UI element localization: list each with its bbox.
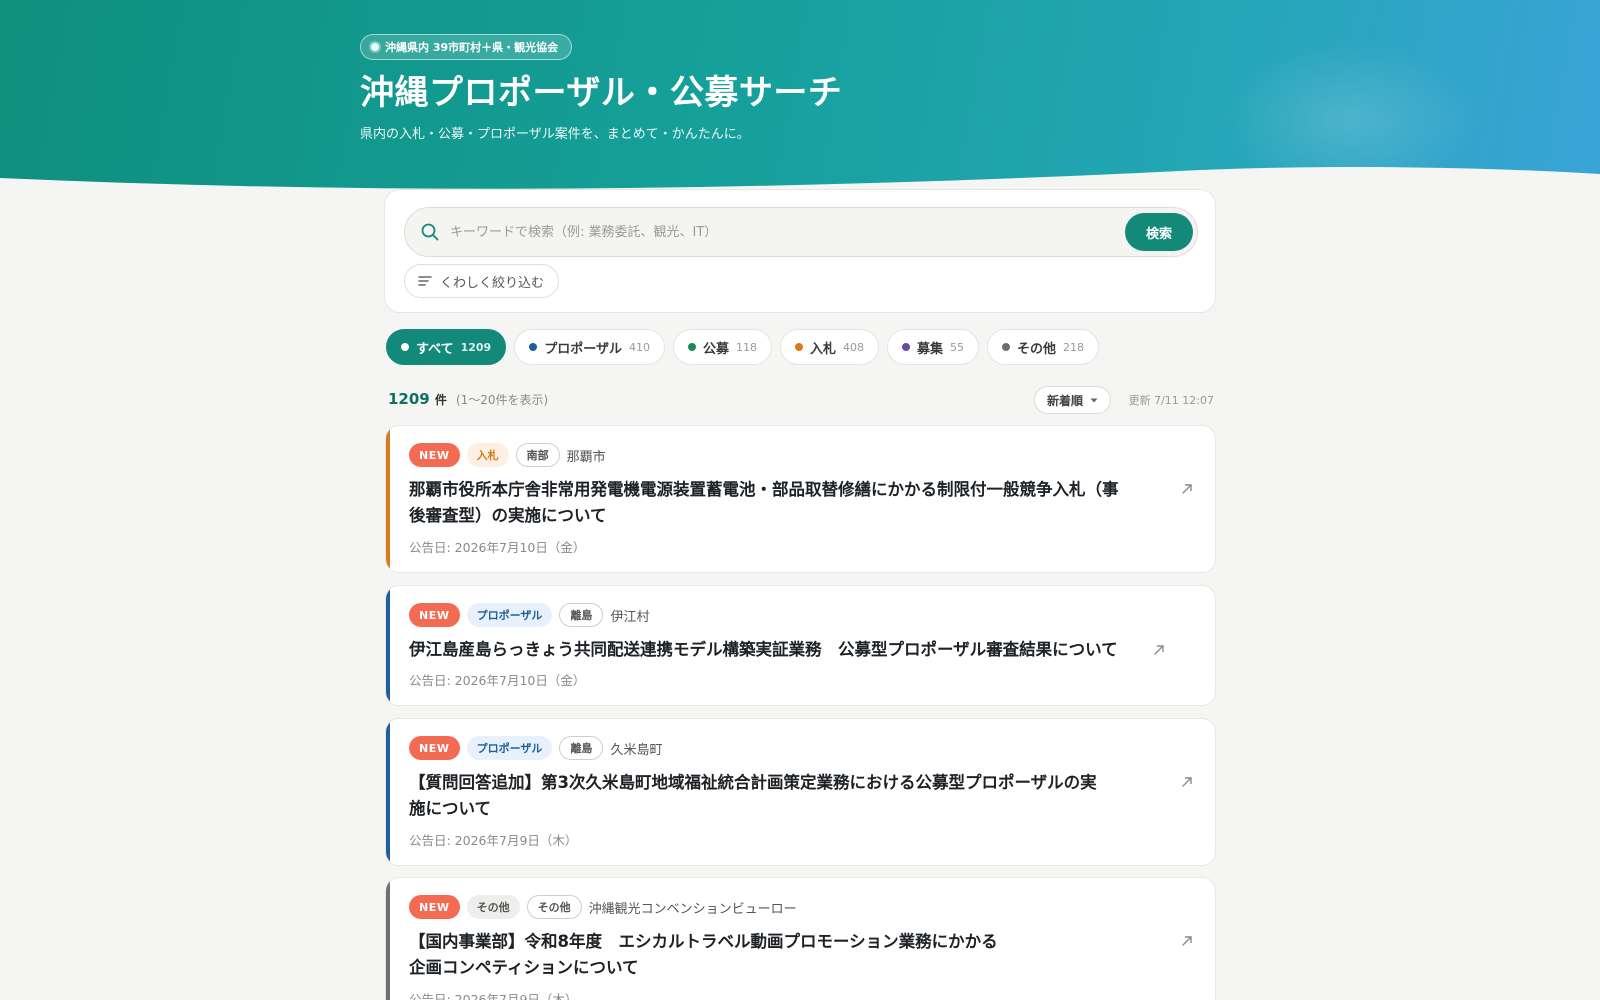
card-accent <box>386 719 390 865</box>
page-subtitle: 県内の入札・公募・プロポーザル案件を、まとめて・かんたんに。 <box>360 127 750 143</box>
category-tab-recruitment[interactable]: 募集 55 <box>886 329 979 365</box>
caret-down-icon <box>1090 398 1098 402</box>
card-accent <box>386 586 390 705</box>
external-link-icon[interactable] <box>1181 935 1193 947</box>
category-dot-icon <box>401 343 409 351</box>
search-icon <box>421 223 439 241</box>
organization-name: 久米島町 <box>610 742 663 758</box>
category-tabs: すべて 1209 プロポーザル 410 公募 118 入札 408 募集 55 … <box>386 329 1100 365</box>
category-tab-bidding[interactable]: 入札 408 <box>779 329 879 365</box>
publish-date: 公告日: 2026年7月10日（金） <box>409 673 586 688</box>
type-badge: 入札 <box>466 443 509 467</box>
category-count: 410 <box>628 340 650 354</box>
category-tab-label: その他 <box>1017 341 1057 357</box>
organization-name: 那覇市 <box>566 449 606 465</box>
result-count: 1209 件 (1〜20件を表示) <box>388 389 548 408</box>
advanced-filter-button[interactable]: くわしく絞り込む <box>404 264 560 298</box>
sort-dropdown[interactable]: 新着順 <box>1034 386 1112 414</box>
listing-card[interactable]: NEW プロポーザル 離島 久米島町 【質問回答追加】第3次久米島町地域福祉統合… <box>385 718 1216 866</box>
listing-card[interactable]: NEW その他 その他 沖縄観光コンベンションビューロー 【国内事業部】令和8年… <box>385 877 1216 1000</box>
listing-title[interactable]: 【質問回答追加】第3次久米島町地域福祉統合計画策定業務における公募型プロポーザル… <box>409 770 1109 822</box>
category-dot-icon <box>687 343 696 351</box>
category-dot-icon <box>901 343 910 351</box>
new-badge: NEW <box>409 895 460 919</box>
new-badge: NEW <box>409 736 460 760</box>
card-tags: NEW 入札 南部 那覇市 <box>409 443 606 467</box>
search-input[interactable] <box>450 212 1125 252</box>
search-button[interactable]: 検索 <box>1125 213 1193 251</box>
region-badge: 離島 <box>559 736 604 760</box>
external-link-icon[interactable] <box>1153 644 1165 656</box>
listing-card[interactable]: NEW 入札 南部 那覇市 那覇市役所本庁舎非常用発電機電源装置蓄電池・部品取替… <box>385 425 1216 573</box>
category-count: 118 <box>735 340 757 354</box>
listing-title[interactable]: 【国内事業部】令和8年度 エシカルトラベル動画プロモーション業務にかかる企画コン… <box>409 929 1009 981</box>
advanced-filter-label: くわしく絞り込む <box>440 275 545 291</box>
category-tab-all[interactable]: すべて 1209 <box>386 329 507 365</box>
external-link-icon[interactable] <box>1181 483 1193 495</box>
external-link-icon[interactable] <box>1181 776 1193 788</box>
result-count-unit: 件 <box>434 393 447 407</box>
category-dot-icon <box>1002 343 1010 351</box>
listing-title[interactable]: 那覇市役所本庁舎非常用発電機電源装置蓄電池・部品取替修繕にかかる制限付一般競争入… <box>409 477 1129 529</box>
category-tab-label: 入札 <box>809 341 836 357</box>
category-tab-label: 募集 <box>916 341 943 357</box>
new-badge: NEW <box>409 443 460 467</box>
type-badge: プロポーザル <box>466 736 553 760</box>
card-accent <box>386 426 390 572</box>
hero-header: 沖縄県内 39市町村＋県・観光協会 沖縄プロポーザル・公募サーチ 県内の入札・公… <box>0 0 1600 200</box>
result-range: (1〜20件を表示) <box>455 393 549 407</box>
card-tags: NEW その他 その他 沖縄観光コンベンションビューロー <box>409 895 797 919</box>
category-tab-label: 公募 <box>702 341 729 357</box>
publish-date: 公告日: 2026年7月9日（木） <box>409 992 578 1000</box>
category-count: 1209 <box>460 340 492 354</box>
coverage-badge: 沖縄県内 39市町村＋県・観光協会 <box>360 34 573 60</box>
last-updated: 更新 7/11 12:07 <box>1128 394 1214 407</box>
results-toolbar: 1209 件 (1〜20件を表示) 新着順 更新 7/11 12:07 <box>388 384 1214 414</box>
sort-dropdown-label: 新着順 <box>1047 393 1084 408</box>
card-tags: NEW プロポーザル 離島 伊江村 <box>409 603 649 627</box>
coverage-badge-label: 沖縄県内 39市町村＋県・観光協会 <box>385 41 559 54</box>
publish-date: 公告日: 2026年7月10日（金） <box>409 540 586 555</box>
page-title: 沖縄プロポーザル・公募サーチ <box>360 73 843 113</box>
card-accent <box>386 878 390 1000</box>
card-tags: NEW プロポーザル 離島 久米島町 <box>409 736 662 760</box>
category-tab-label: プロポーザル <box>544 341 622 357</box>
organization-name: 伊江村 <box>610 609 650 625</box>
category-count: 408 <box>842 340 864 354</box>
organization-name: 沖縄観光コンベンションビューロー <box>588 901 797 917</box>
listing-card[interactable]: NEW プロポーザル 離島 伊江村 伊江島産島らっきょう共同配送連携モデル構築実… <box>385 585 1216 706</box>
category-count: 55 <box>950 340 964 354</box>
search-bar: 検索 <box>404 207 1198 257</box>
category-tab-other[interactable]: その他 218 <box>987 329 1100 365</box>
category-tab-proposal[interactable]: プロポーザル 410 <box>514 329 665 365</box>
new-badge: NEW <box>409 603 460 627</box>
category-tab-public-offering[interactable]: 公募 118 <box>672 329 772 365</box>
search-panel: 検索 くわしく絞り込む <box>384 189 1216 313</box>
category-dot-icon <box>529 343 538 351</box>
type-badge: プロポーザル <box>466 603 553 627</box>
publish-date: 公告日: 2026年7月9日（木） <box>409 833 578 848</box>
category-dot-icon <box>794 343 803 351</box>
status-dot-icon <box>371 43 379 51</box>
category-count: 218 <box>1063 340 1085 354</box>
filter-icon <box>418 276 432 286</box>
result-count-number: 1209 <box>388 390 430 408</box>
hero-content: 沖縄県内 39市町村＋県・観光協会 沖縄プロポーザル・公募サーチ 県内の入札・公… <box>360 34 1240 142</box>
type-badge: その他 <box>466 895 520 919</box>
category-tab-label: すべて <box>416 341 454 357</box>
region-badge: その他 <box>526 895 582 919</box>
region-badge: 南部 <box>515 443 560 467</box>
region-badge: 離島 <box>559 603 604 627</box>
listing-title[interactable]: 伊江島産島らっきょう共同配送連携モデル構築実証業務 公募型プロポーザル審査結果に… <box>409 637 1149 663</box>
